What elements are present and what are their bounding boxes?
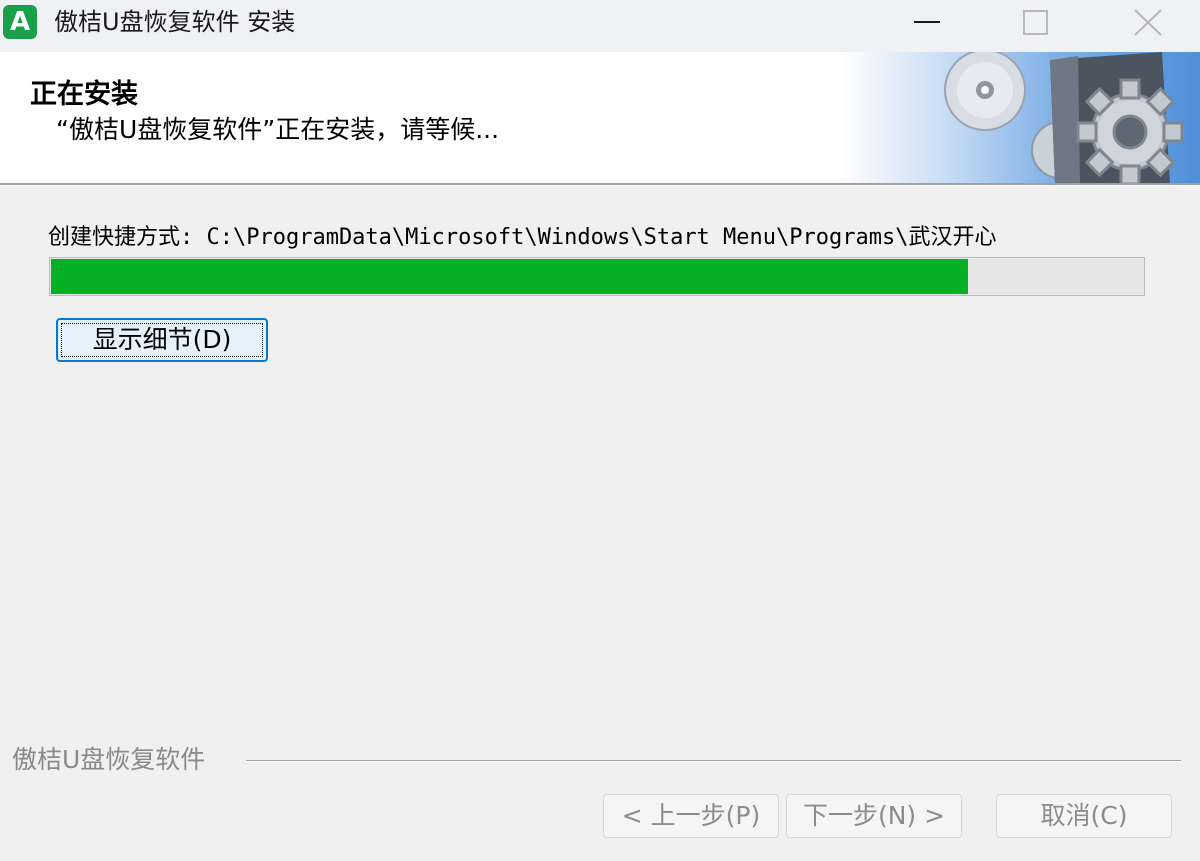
cancel-button[interactable]: 取消(C) [996, 794, 1172, 838]
brand-label: 傲桔U盘恢复软件 [12, 740, 218, 776]
next-button[interactable]: 下一步(N) > [786, 794, 962, 838]
close-button[interactable] [1120, 0, 1176, 46]
minimize-icon [914, 21, 940, 23]
maximize-icon [1023, 10, 1048, 35]
maximize-button[interactable] [1008, 0, 1064, 46]
back-button[interactable]: < 上一步(P) [603, 794, 779, 838]
installer-window: A 傲桔U盘恢复软件 安装 正在安装 “傲桔U盘恢复软件”正在安装，请等候... [0, 0, 1200, 861]
close-icon [1134, 9, 1162, 36]
app-icon: A [3, 5, 37, 39]
header-divider-highlight [0, 185, 1200, 186]
window-title: 傲桔U盘恢复软件 安装 [54, 8, 296, 36]
footer-divider [246, 760, 1181, 762]
minimize-button[interactable] [900, 0, 956, 46]
show-details-label: 显示细节(D) [92, 325, 232, 354]
show-details-button[interactable]: 显示细节(D) [56, 318, 268, 362]
page-title: 正在安装 [30, 79, 138, 110]
install-progress-bar [49, 257, 1145, 296]
page-subtitle: “傲桔U盘恢复软件”正在安装，请等候... [56, 115, 500, 144]
title-bar[interactable]: A 傲桔U盘恢复软件 安装 [0, 0, 1200, 52]
header-banner: 正在安装 “傲桔U盘恢复软件”正在安装，请等候... [0, 52, 1200, 183]
install-status-text: 创建快捷方式: C:\ProgramData\Microsoft\Windows… [48, 225, 997, 250]
installer-graphic-icon [944, 52, 1184, 183]
progress-fill [51, 259, 968, 294]
